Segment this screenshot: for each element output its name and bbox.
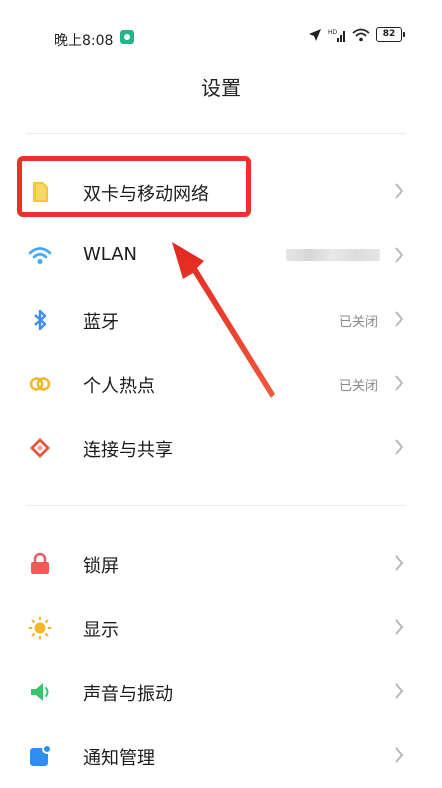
wifi-icon — [28, 247, 52, 264]
location-icon — [309, 28, 321, 41]
app-notification-icon — [120, 30, 134, 44]
status-icons: HD 82 — [308, 27, 405, 42]
bluetooth-icon — [34, 309, 47, 331]
chevron-right-icon — [395, 247, 404, 263]
svg-text:HD: HD — [328, 29, 338, 36]
settings-item-label: 显示 — [83, 620, 119, 641]
settings-item-notifications[interactable]: 通知管理 — [0, 724, 442, 788]
speaker-icon — [31, 683, 49, 701]
chevron-right-icon — [395, 619, 404, 635]
settings-item-connection-sharing[interactable]: 连接与共享 — [0, 416, 442, 480]
wifi-status-icon — [352, 28, 370, 41]
settings-item-sound-vibration[interactable]: 声音与振动 — [0, 660, 442, 724]
settings-item-label: 通知管理 — [83, 748, 155, 769]
sun-icon — [28, 616, 52, 640]
share-icon — [30, 438, 50, 458]
notification-icon — [30, 744, 52, 766]
settings-item-label: 个人热点 — [83, 376, 155, 397]
wifi-network-name-redacted — [286, 249, 380, 261]
hotspot-icon — [29, 377, 51, 391]
settings-item-hotspot[interactable]: 个人热点 已关闭 — [0, 352, 442, 416]
status-bar: 晚上8:08 HD 82 — [0, 0, 442, 64]
divider — [26, 133, 406, 134]
settings-item-wlan[interactable]: WLAN — [0, 224, 442, 288]
chevron-right-icon — [395, 747, 404, 763]
lock-icon — [31, 552, 49, 574]
chevron-right-icon — [395, 555, 404, 571]
divider — [26, 505, 406, 506]
chevron-right-icon — [395, 183, 404, 199]
chevron-right-icon — [395, 683, 404, 699]
page-title: 设置 — [201, 76, 241, 100]
settings-item-label: 蓝牙 — [83, 312, 119, 333]
settings-item-display[interactable]: 显示 — [0, 596, 442, 660]
chevron-right-icon — [395, 311, 404, 327]
settings-item-lock-screen[interactable]: 锁屏 — [0, 532, 442, 596]
settings-item-value: 已关闭 — [338, 315, 378, 330]
settings-item-label: 锁屏 — [83, 556, 119, 577]
settings-item-label: 连接与共享 — [83, 440, 173, 461]
settings-item-label: 声音与振动 — [83, 684, 173, 705]
chevron-right-icon — [395, 439, 404, 455]
signal-icon: HD — [328, 29, 345, 42]
settings-item-value: 已关闭 — [338, 379, 378, 394]
battery-icon: 82 — [376, 27, 405, 42]
settings-item-label: WLAN — [83, 244, 138, 265]
chevron-right-icon — [395, 375, 404, 391]
settings-item-bluetooth[interactable]: 蓝牙 已关闭 — [0, 288, 442, 352]
highlight-box — [17, 156, 251, 217]
status-time: 晚上8:08 — [54, 33, 114, 49]
